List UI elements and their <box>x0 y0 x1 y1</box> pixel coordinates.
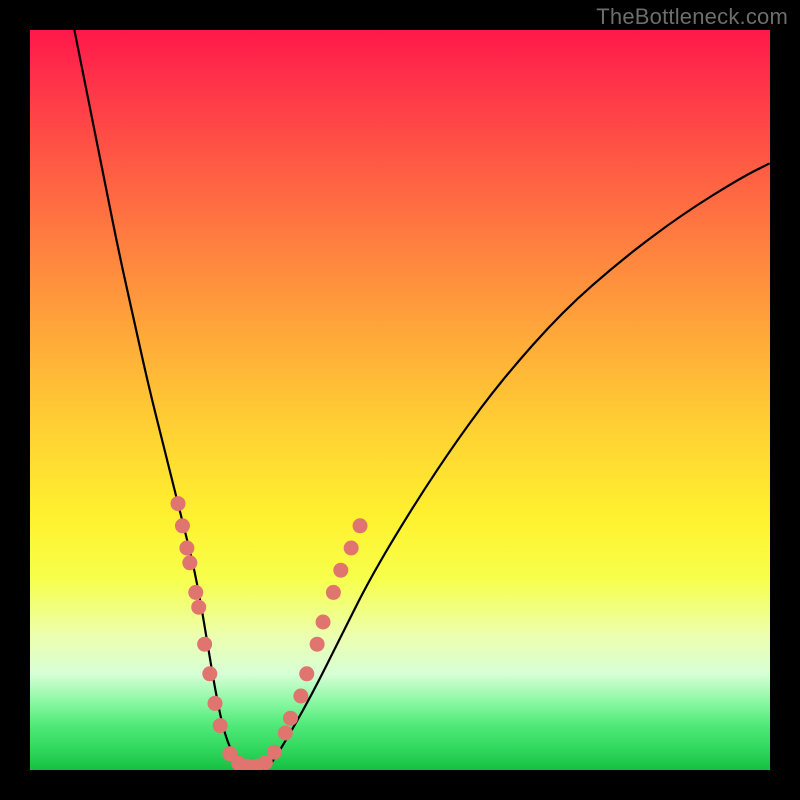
marker-dot <box>213 718 228 733</box>
marker-dot <box>316 615 331 630</box>
marker-dot <box>310 637 325 652</box>
marker-dot <box>197 637 212 652</box>
marker-dot <box>188 585 203 600</box>
marker-dot <box>202 666 217 681</box>
marker-dot <box>191 600 206 615</box>
plot-area <box>30 30 770 770</box>
bottleneck-curve <box>74 30 770 770</box>
marker-dot <box>344 541 359 556</box>
marker-dot <box>293 689 308 704</box>
marker-dot <box>208 696 223 711</box>
marker-dot <box>182 555 197 570</box>
marker-dot <box>179 541 194 556</box>
marker-dot <box>299 666 314 681</box>
marker-dot <box>267 745 282 760</box>
curve-layer <box>30 30 770 770</box>
marker-dot <box>283 711 298 726</box>
marker-dot <box>175 518 190 533</box>
marker-group <box>171 496 368 770</box>
chart-frame: TheBottleneck.com <box>0 0 800 800</box>
marker-dot <box>353 518 368 533</box>
marker-dot <box>326 585 341 600</box>
marker-dot <box>171 496 186 511</box>
marker-dot <box>278 726 293 741</box>
marker-dot <box>333 563 348 578</box>
watermark-text: TheBottleneck.com <box>596 4 788 30</box>
